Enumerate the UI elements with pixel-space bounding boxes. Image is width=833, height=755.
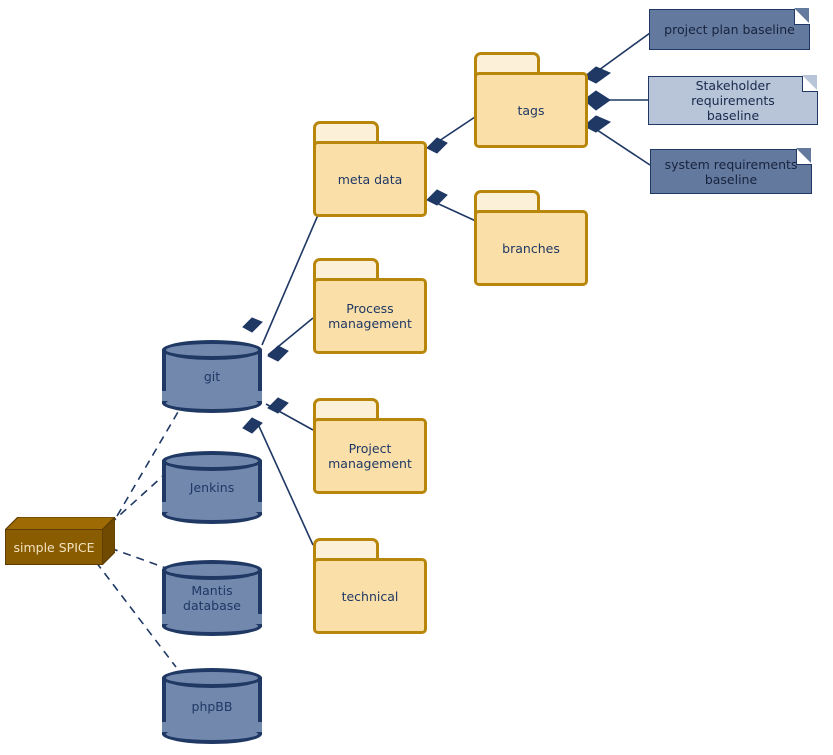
folder-label-line1: Project [348,441,392,456]
note-label: Stakeholder requirements baseline [649,78,817,123]
folder-label: tags [517,102,545,118]
node-face: simple SPICE [5,529,103,565]
edge-git-technical [257,423,314,546]
note-label-line2: baseline [704,171,758,187]
folder-meta-data[interactable]: meta data [313,121,427,217]
folder-label: technical [341,588,399,604]
diamond-git-project [267,397,289,414]
database-git[interactable]: git [162,340,262,413]
database-label: Mantis database [162,560,262,636]
database-label: Jenkins [189,480,235,495]
folder-label: meta data [337,171,403,187]
folder-body: branches [474,210,588,286]
folder-body: Project management [313,418,427,494]
folder-label-line2: management [328,456,412,471]
folder-label: Process management [322,301,418,331]
node-simple-spice[interactable]: simple SPICE [5,517,115,565]
database-label-line2: database [183,598,241,613]
node-3d-side [102,517,115,565]
diamond-metadata-tags [426,137,448,154]
note-project-plan-baseline[interactable]: project plan baseline [649,8,810,50]
database-label-line1: Mantis [191,583,233,598]
note-label-line2: baseline [706,108,760,123]
folder-project-management[interactable]: Project management [313,398,427,494]
node-label: simple SPICE [13,539,95,555]
database-mantis[interactable]: Mantis database [162,560,262,636]
diamond-metadata-branches [426,189,448,206]
note-label-line1: system requirements [664,156,798,172]
folder-label: branches [502,240,560,256]
folder-label-line1: Process [346,301,394,316]
folder-body: technical [313,558,427,634]
folder-branches[interactable]: branches [474,190,588,286]
folder-label-line2: management [328,316,412,331]
note-label: system requirements baseline [657,157,806,187]
edge-git-metadata [261,214,319,346]
diamond-git-metadata [242,317,263,333]
database-label: phpBB [191,698,233,714]
note-label: project plan baseline [664,22,795,37]
folder-process-management[interactable]: Process management [313,258,427,354]
diagram-canvas: project plan baseline Stakeholder requir… [0,0,833,755]
folder-technical[interactable]: technical [313,538,427,634]
folder-body: tags [474,72,588,148]
diamond-git-process [267,345,289,362]
diamond-git-technical [242,417,263,434]
database-jenkins[interactable]: Jenkins [162,451,262,524]
note-system-requirements-baseline[interactable]: system requirements baseline [650,148,812,194]
database-phpbb[interactable]: phpBB [162,668,262,744]
folder-body: meta data [313,141,427,217]
folder-label: Project management [322,441,418,471]
note-label-line1: Stakeholder requirements [691,78,775,108]
folder-body: Process management [313,278,427,354]
database-label: git [203,369,221,384]
note-stakeholder-requirements-baseline[interactable]: Stakeholder requirements baseline [648,75,818,125]
folder-tags[interactable]: tags [474,52,588,148]
